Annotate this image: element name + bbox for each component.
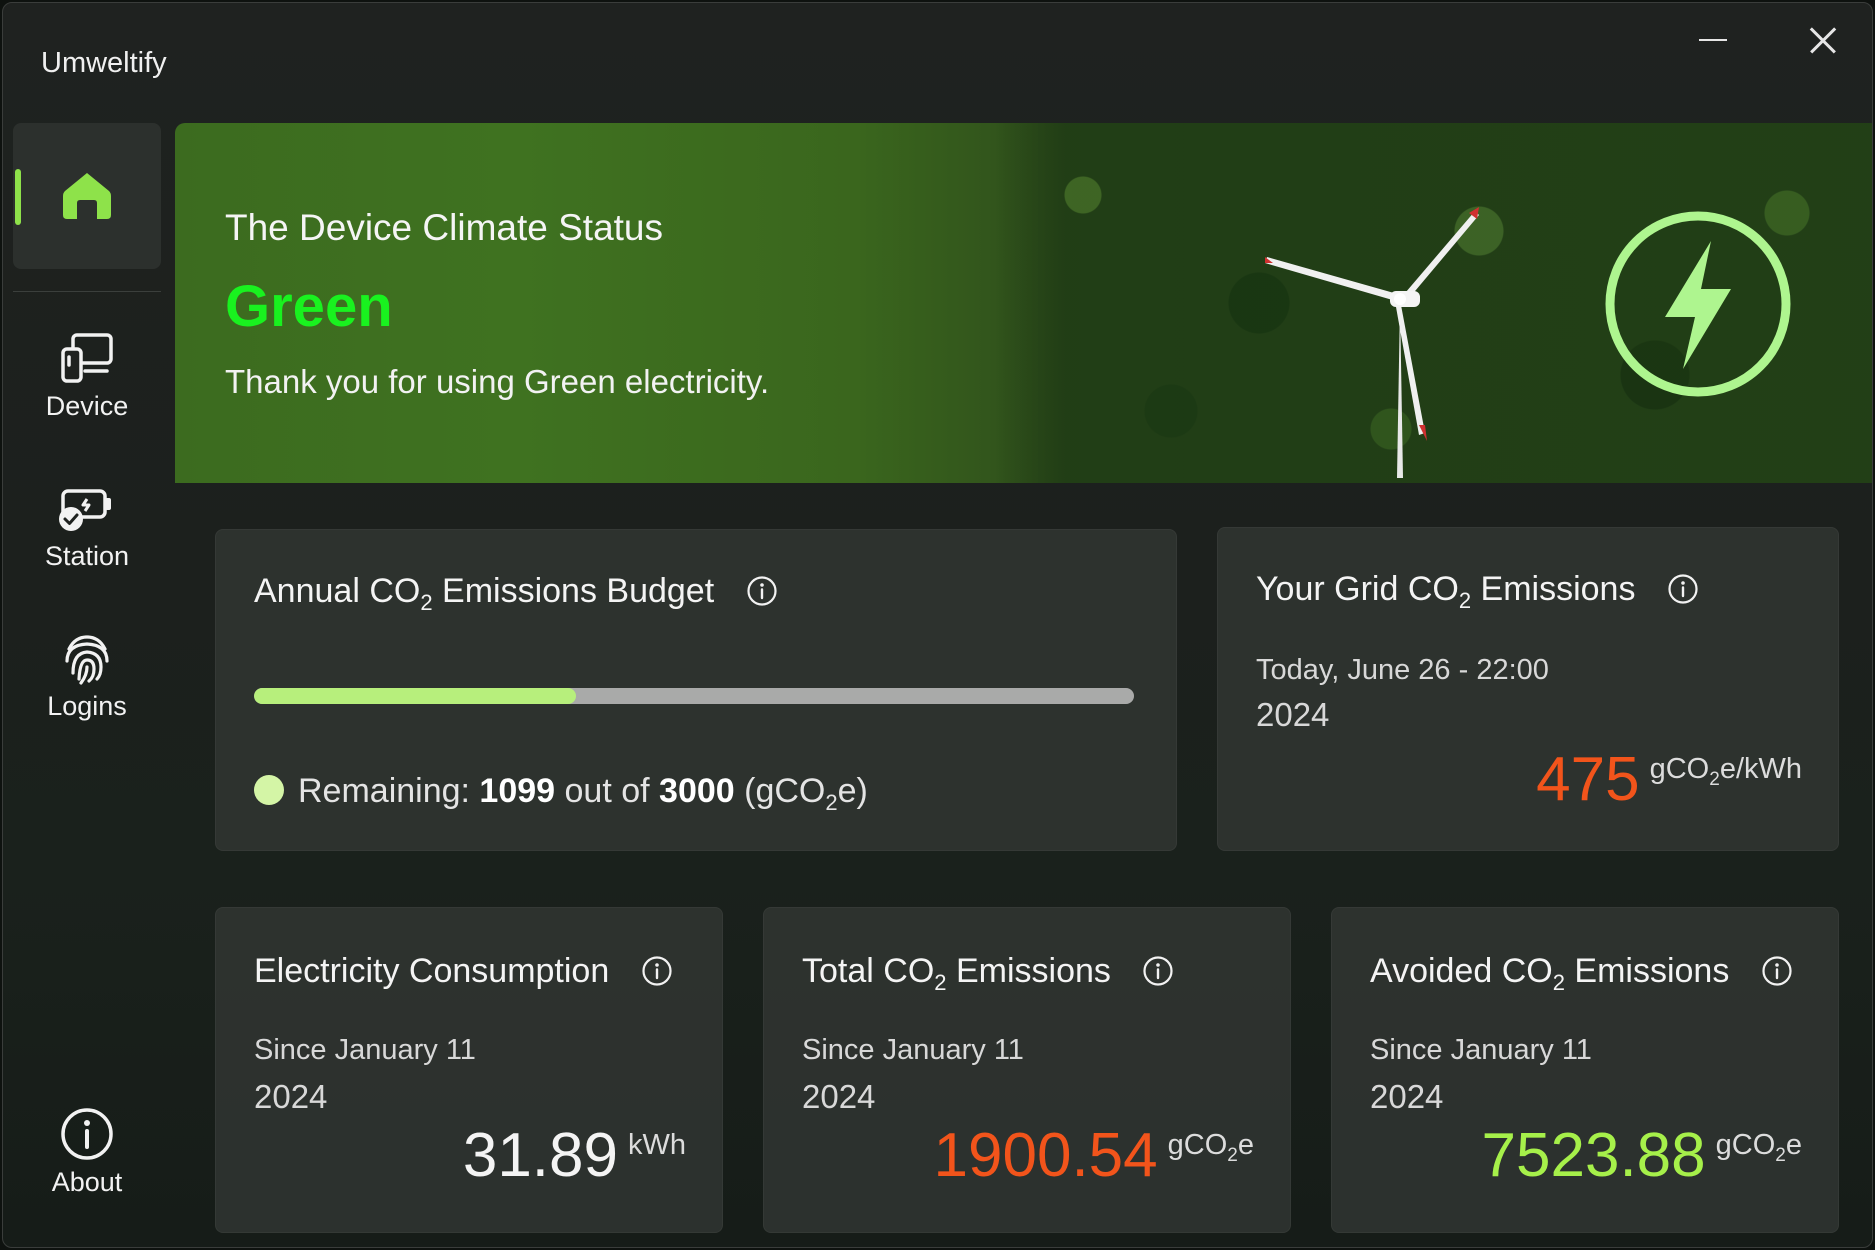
card-title: Avoided CO2 Emissions xyxy=(1370,952,1793,996)
info-icon[interactable] xyxy=(641,955,673,987)
sidebar-item-label: Device xyxy=(45,391,129,421)
sidebar-separator xyxy=(13,291,161,292)
wind-turbine-image xyxy=(1265,207,1479,478)
since-date: Since January 11 xyxy=(802,1034,1024,1066)
status-dot xyxy=(254,775,284,805)
info-icon xyxy=(61,1108,113,1160)
since-year: 2024 xyxy=(1370,1078,1444,1115)
electricity-consumption-card: Electricity Consumption Since January 11… xyxy=(215,907,723,1233)
app-window: Umweltify Device Station Logins About Th… xyxy=(2,2,1873,1248)
since-year: 2024 xyxy=(802,1078,876,1115)
grid-emissions-card: Your Grid CO2 Emissions Today, June 26 -… xyxy=(1217,527,1839,851)
grid-intensity-value: 475 gCO2e/kWh xyxy=(1536,745,1802,814)
avoided-emissions-card: Avoided CO2 Emissions Since January 11 2… xyxy=(1331,907,1839,1233)
sidebar-item-label: Station xyxy=(44,541,130,571)
lightning-bolt-icon xyxy=(1605,211,1791,397)
grid-year: 2024 xyxy=(1256,696,1330,733)
climate-status: Green xyxy=(225,274,393,339)
total-emissions-card: Total CO2 Emissions Since January 11 202… xyxy=(763,907,1291,1233)
sidebar-item-label: About xyxy=(51,1167,123,1197)
remaining-budget: Remaining: 1099 out of 3000 (gCO2e) xyxy=(254,772,868,816)
station-icon xyxy=(59,489,111,531)
sidebar-item-station[interactable]: Station xyxy=(13,485,161,572)
close-button[interactable] xyxy=(1793,21,1853,61)
avoided-emissions-value: 7523.88 gCO2e xyxy=(1481,1121,1802,1190)
sidebar-item-label: Logins xyxy=(47,691,127,721)
sidebar-item-logins[interactable]: Logins xyxy=(13,631,161,722)
info-icon[interactable] xyxy=(1667,573,1699,605)
total-emissions-value: 1900.54 gCO2e xyxy=(933,1121,1254,1190)
info-icon[interactable] xyxy=(746,575,778,607)
electricity-value: 31.89 kWh xyxy=(462,1121,686,1190)
emissions-budget-card: Annual CO2 Emissions Budget Remaining: 1… xyxy=(215,529,1177,851)
climate-status-banner: The Device Climate Status Green Thank yo… xyxy=(175,123,1872,483)
card-title: Total CO2 Emissions xyxy=(802,952,1174,996)
sidebar-item-home[interactable] xyxy=(13,123,161,269)
budget-progress-bar xyxy=(254,688,1134,704)
since-date: Since January 11 xyxy=(1370,1034,1592,1066)
title-bar: Umweltify xyxy=(3,3,1872,123)
card-title: Annual CO2 Emissions Budget xyxy=(254,572,778,616)
since-date: Since January 11 xyxy=(254,1034,476,1066)
card-title: Your Grid CO2 Emissions xyxy=(1256,570,1699,614)
budget-progress-fill xyxy=(254,688,577,704)
sidebar-item-device[interactable]: Device xyxy=(13,331,161,422)
banner-title: The Device Climate Status xyxy=(225,207,664,248)
app-title: Umweltify xyxy=(41,47,167,79)
info-icon[interactable] xyxy=(1142,955,1174,987)
card-title: Electricity Consumption xyxy=(254,952,673,991)
banner-message: Thank you for using Green electricity. xyxy=(225,363,770,400)
since-year: 2024 xyxy=(254,1078,328,1115)
info-icon[interactable] xyxy=(1761,955,1793,987)
grid-date: Today, June 26 - 22:00 xyxy=(1256,654,1549,686)
selected-indicator xyxy=(15,169,21,225)
home-icon xyxy=(63,173,111,219)
minimize-button[interactable] xyxy=(1683,21,1743,61)
device-icon xyxy=(61,333,113,383)
sidebar-item-about[interactable]: About xyxy=(13,1107,161,1198)
fingerprint-icon xyxy=(65,635,109,685)
